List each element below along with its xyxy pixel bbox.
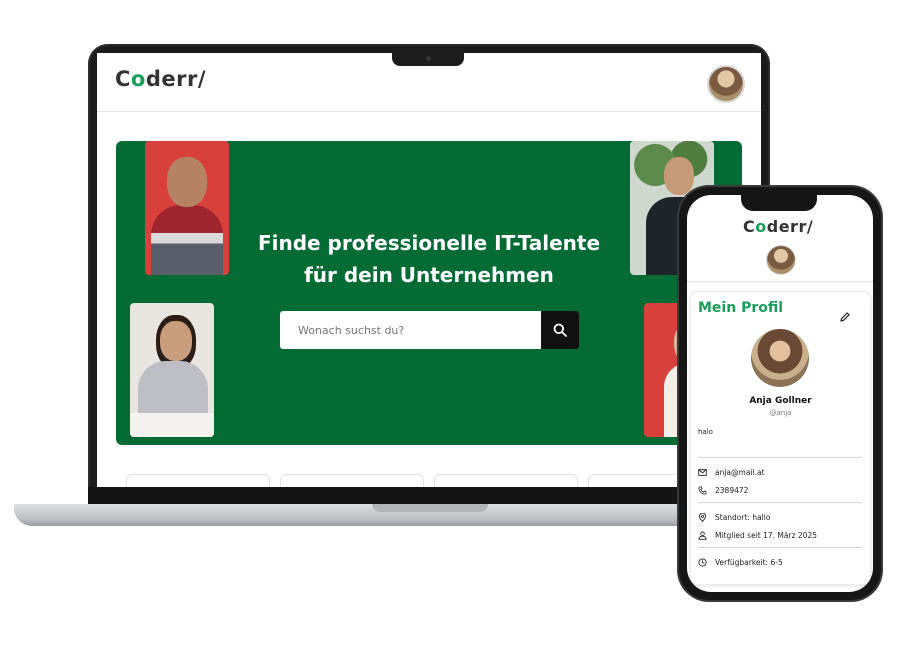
phone-screen: Coderr/ Mein Profil Anja Gollner @anja h… [687, 195, 873, 592]
profile-bio: halo [698, 428, 713, 436]
talent-photo-man [145, 141, 229, 275]
laptop-screen: Coderr/ Finde professionelle IT-Talente … [97, 53, 761, 487]
availability-row: Verfügbarkeit: 6-5 [698, 556, 783, 568]
camera-dot [426, 56, 431, 61]
clock-icon [698, 557, 707, 567]
header-divider [687, 281, 873, 282]
hero-banner: Finde professionelle IT-Talente für dein… [116, 141, 742, 445]
location-icon [698, 512, 707, 522]
user-avatar[interactable] [707, 65, 745, 103]
phone-notch [741, 195, 817, 211]
profile-heading: Mein Profil [698, 300, 784, 316]
divider [698, 502, 862, 503]
laptop-thumb-notch [372, 504, 488, 512]
member-since-row: Mitglied seit 17. März 2025 [698, 529, 817, 541]
phone-icon [698, 485, 707, 495]
profile-picture [751, 329, 809, 387]
service-card[interactable] [280, 474, 424, 487]
email-row: anja@mail.at [698, 466, 765, 478]
profile-username: @anja [769, 409, 792, 417]
edit-profile-button[interactable] [839, 308, 851, 322]
search-button[interactable] [541, 311, 579, 349]
mobile-logo[interactable]: Coderr/ [743, 217, 813, 236]
talent-photo-woman-phone [130, 303, 214, 437]
profile-card: Mein Profil Anja Gollner @anja halo anja… [690, 291, 871, 585]
search-icon [553, 323, 567, 337]
mobile-user-avatar[interactable] [766, 245, 796, 275]
user-icon [698, 530, 707, 540]
site-logo[interactable]: Coderr/ [115, 67, 206, 91]
divider [698, 547, 862, 548]
divider [698, 457, 862, 458]
edit-icon [840, 312, 850, 322]
service-card[interactable] [126, 474, 270, 487]
location-row: Standort: hallo [698, 511, 770, 523]
mail-icon [698, 468, 707, 476]
search-input[interactable] [280, 311, 542, 349]
phone-row: 2389472 [698, 484, 748, 496]
hero-title: Finde professionelle IT-Talente für dein… [257, 231, 601, 287]
service-card[interactable] [434, 474, 578, 487]
profile-name: Anja Gollner [749, 396, 812, 406]
